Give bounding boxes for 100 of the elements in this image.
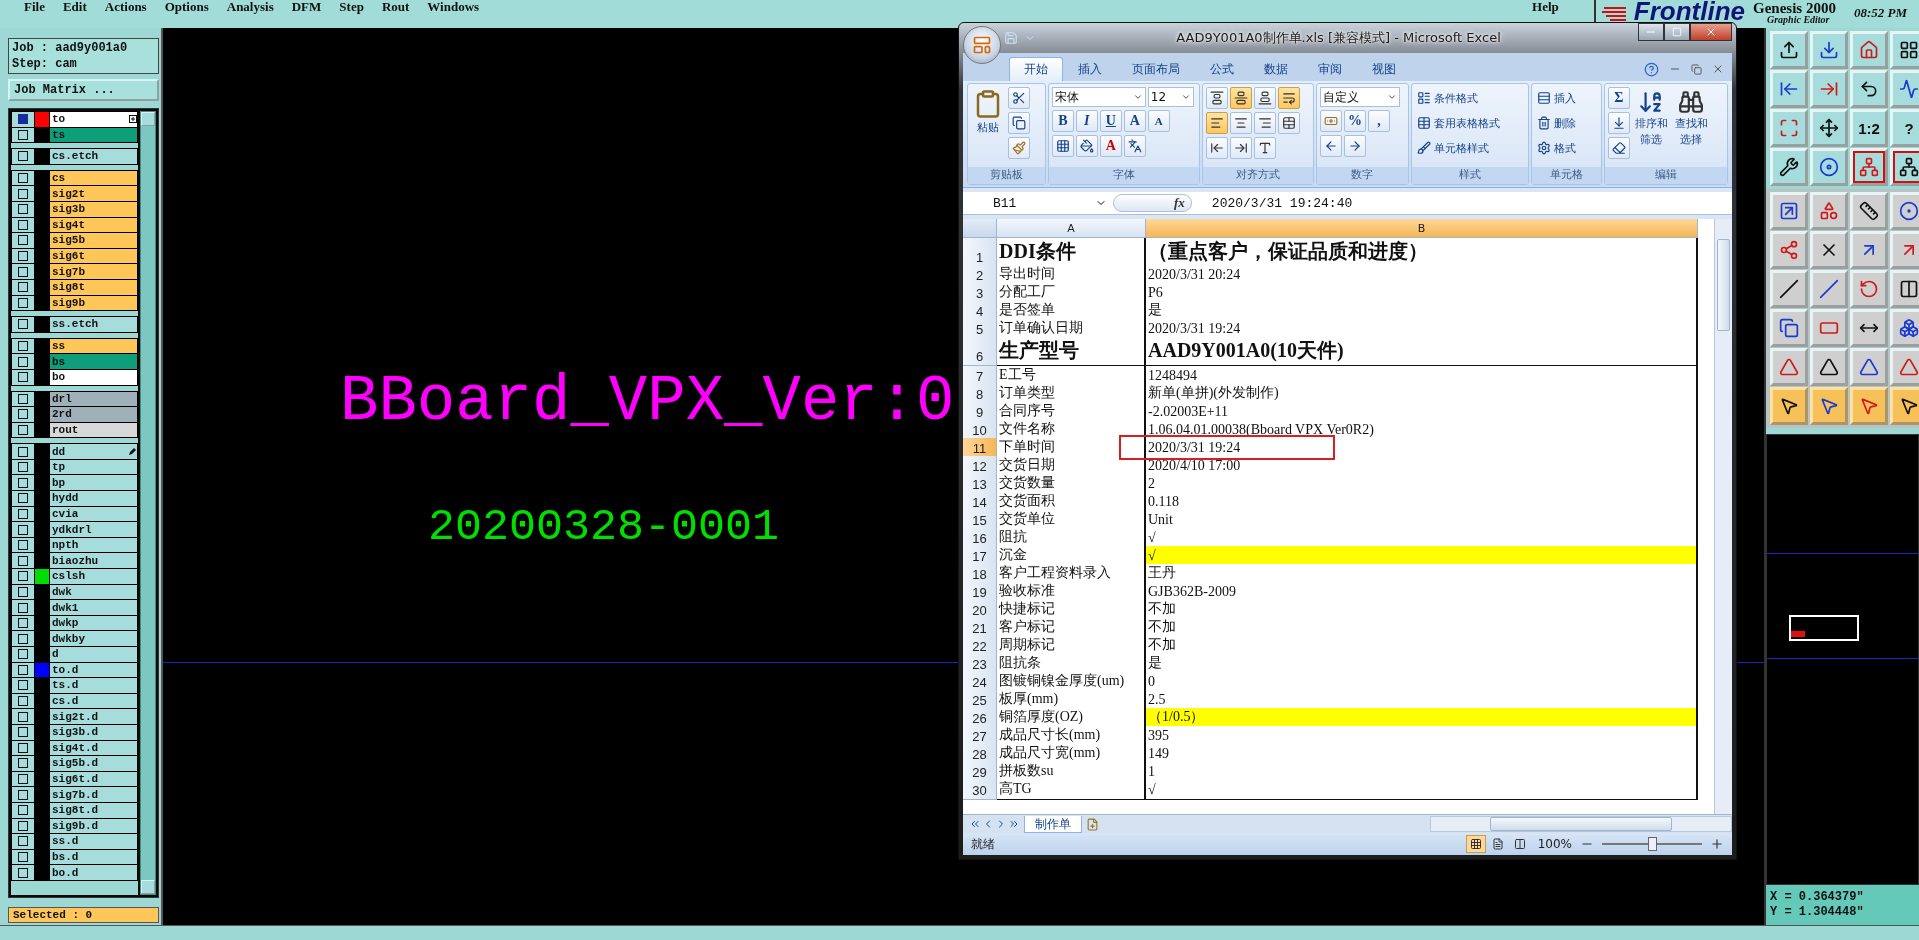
row-header[interactable]: 17 [963, 546, 997, 566]
alignment-button[interactable] [1229, 112, 1252, 134]
layer-checkbox[interactable] [18, 446, 28, 457]
minimize-button[interactable] [1638, 23, 1664, 41]
alignment-button[interactable] [1253, 137, 1276, 159]
percent-button[interactable]: % [1343, 110, 1366, 132]
ribbon-tab[interactable]: 开始 [1009, 57, 1063, 81]
tool-button[interactable] [1890, 31, 1919, 69]
layer-checkbox[interactable] [18, 493, 28, 504]
maximize-button[interactable] [1664, 23, 1690, 41]
tool-button[interactable] [1890, 148, 1919, 186]
menu-item[interactable]: Edit [53, 0, 96, 14]
layer-checkbox[interactable] [18, 508, 28, 519]
horizontal-scrollbar[interactable] [1430, 816, 1732, 832]
layer-checkbox[interactable] [18, 266, 28, 277]
layer-checkbox[interactable] [18, 727, 28, 738]
close-button[interactable] [1690, 23, 1732, 41]
number-format-dropdown[interactable]: 自定义 [1319, 87, 1400, 107]
layer-item[interactable]: bs.d [50, 849, 137, 865]
alignment-button[interactable] [1229, 137, 1252, 159]
copy-button[interactable] [1008, 112, 1030, 134]
layer-checkbox[interactable] [18, 789, 28, 800]
layer-item[interactable]: sig6t [50, 248, 137, 264]
layer-item[interactable]: sig7b [50, 264, 137, 279]
layer-checkbox[interactable] [18, 633, 28, 644]
vertical-scrollbar[interactable] [1714, 219, 1732, 814]
fill-color-button[interactable] [1075, 135, 1098, 157]
find-select-button[interactable]: 查找和 选择 [1672, 87, 1710, 149]
autosum-button[interactable]: Σ [1607, 87, 1630, 109]
layer-checkbox[interactable] [18, 372, 28, 383]
ribbon-tab[interactable]: 数据 [1249, 57, 1303, 81]
layer-item[interactable]: cs [50, 170, 137, 186]
layer-checkbox[interactable] [18, 664, 28, 675]
layer-checkbox[interactable] [18, 219, 28, 230]
tool-button[interactable] [1890, 70, 1919, 108]
tool-button[interactable] [1810, 387, 1848, 425]
tool-button[interactable] [1810, 31, 1848, 69]
format-painter-button[interactable] [1008, 137, 1030, 159]
row-header[interactable]: 8 [963, 384, 997, 404]
row-header[interactable]: 29 [963, 762, 997, 782]
layer-item[interactable]: sig2t.d [50, 709, 137, 724]
layer-checkbox[interactable] [18, 173, 28, 184]
layer-checkbox[interactable] [18, 540, 28, 551]
office-button[interactable] [963, 26, 1001, 64]
row-header[interactable]: 22 [963, 636, 997, 656]
menu-item[interactable]: Step [330, 0, 373, 14]
ribbon-tab[interactable]: 公式 [1195, 57, 1249, 81]
increase-decimal-button[interactable] [1343, 135, 1366, 157]
row-header[interactable]: 23 [963, 654, 997, 674]
menu-item[interactable]: Actions [95, 0, 156, 14]
row-header[interactable]: 24 [963, 672, 997, 692]
tool-button[interactable] [1770, 309, 1808, 347]
layer-checkbox[interactable] [18, 204, 28, 215]
layer-item[interactable]: dwk1 [50, 600, 137, 615]
tool-button[interactable] [1890, 309, 1919, 347]
layer-item[interactable]: sig9b [50, 295, 137, 311]
borders-button[interactable] [1051, 135, 1074, 157]
alignment-button[interactable] [1205, 87, 1228, 109]
font-color-button[interactable]: A [1099, 135, 1122, 157]
layer-item[interactable]: ss.d [50, 834, 137, 849]
row-header[interactable]: 30 [963, 780, 997, 800]
layer-checkbox[interactable] [18, 235, 28, 246]
tool-button[interactable] [1890, 270, 1919, 308]
menu-item[interactable]: Help [1523, 0, 1568, 14]
italic-button[interactable]: I [1075, 110, 1098, 132]
tool-button[interactable] [1810, 109, 1848, 147]
formula-input[interactable]: 2020/3/31 19:24:40 [1191, 195, 1732, 211]
ribbon-tab[interactable]: 插入 [1063, 57, 1117, 81]
menu-item[interactable]: DFM [282, 0, 331, 14]
layer-checkbox[interactable] [18, 820, 28, 831]
alignment-button[interactable] [1277, 87, 1300, 109]
row-header[interactable]: 19 [963, 582, 997, 602]
grow-font-button[interactable]: A [1123, 110, 1146, 132]
layer-checkbox[interactable] [18, 462, 28, 473]
layer-item[interactable]: cs.d [50, 693, 137, 709]
tool-button[interactable] [1810, 148, 1848, 186]
row-header[interactable]: 20 [963, 600, 997, 620]
insert-function-button[interactable]: fx [1113, 194, 1192, 212]
tool-button[interactable] [1850, 70, 1888, 108]
layer-item[interactable]: cslsh [50, 569, 137, 584]
tool-button[interactable]: 1:2 [1850, 109, 1888, 147]
layer-checkbox[interactable] [18, 393, 28, 404]
menu-item[interactable]: Rout [372, 0, 419, 14]
layer-checkbox[interactable] [18, 151, 28, 162]
layer-item[interactable]: sig3b [50, 201, 137, 217]
cut-button[interactable] [1008, 87, 1030, 109]
layer-checkbox[interactable] [18, 356, 28, 367]
tool-button[interactable] [1770, 387, 1808, 425]
row-header[interactable]: 10 [963, 420, 997, 440]
cells-menu-button[interactable]: 插入 [1534, 87, 1578, 109]
row-header[interactable]: 1 [963, 238, 997, 267]
tool-button[interactable] [1770, 31, 1808, 69]
row-header[interactable]: 28 [963, 744, 997, 764]
layer-checkbox[interactable] [18, 774, 28, 785]
layer-item[interactable]: sig9b.d [50, 818, 137, 834]
tool-button[interactable] [1850, 348, 1888, 386]
layer-item[interactable]: bo.d [50, 865, 137, 880]
layer-item[interactable]: sig6t.d [50, 771, 137, 787]
layer-item[interactable]: sig2t [50, 186, 137, 201]
row-header[interactable]: 18 [963, 564, 997, 584]
